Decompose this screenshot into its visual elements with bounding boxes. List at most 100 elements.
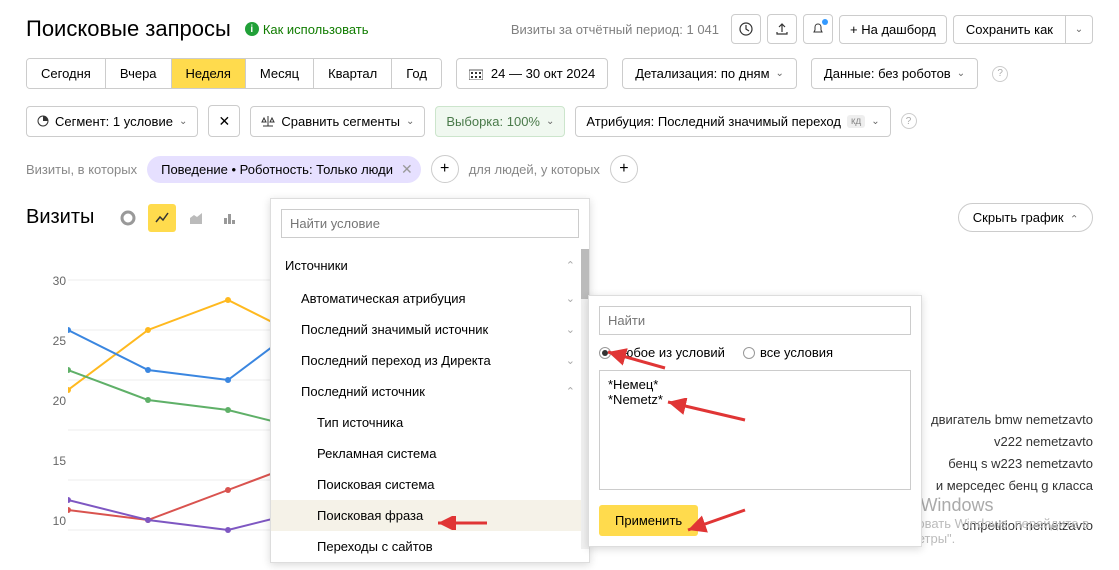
- visits-heading: Визиты: [26, 206, 94, 229]
- tab-week[interactable]: Неделя: [172, 59, 246, 88]
- scrollbar-thumb[interactable]: [581, 249, 589, 299]
- condition-search-input[interactable]: [281, 209, 579, 238]
- hide-chart-button[interactable]: Скрыть график ⌄: [958, 203, 1093, 232]
- dropdown-item-label: Последний переход из Директа: [301, 353, 491, 368]
- close-icon[interactable]: ✕: [401, 161, 413, 178]
- chart-type-line[interactable]: [148, 204, 176, 232]
- attribution-label: Атрибуция: Последний значимый переход: [586, 114, 841, 129]
- y-tick: 30: [36, 274, 66, 288]
- radio-any-label: любое из условий: [616, 345, 725, 360]
- add-filter-button-2[interactable]: +: [610, 155, 638, 183]
- dropdown-subitem-ad-system[interactable]: Рекламная система: [271, 438, 589, 469]
- add-dashboard-button[interactable]: + На дашборд: [839, 15, 947, 44]
- help-link-text: Как использовать: [263, 22, 369, 37]
- donut-icon: [120, 210, 136, 226]
- close-icon: ✕: [218, 113, 230, 130]
- period-row: Сегодня Вчера Неделя Месяц Квартал Год 2…: [0, 54, 1119, 99]
- dropdown-item-last-direct[interactable]: Последний переход из Директа ⌄: [271, 345, 589, 376]
- dropdown-item-label: Последний значимый источник: [301, 322, 488, 337]
- data-dropdown[interactable]: Данные: без роботов ⌄: [811, 58, 978, 89]
- radio-any[interactable]: любое из условий: [599, 345, 725, 360]
- calendar-icon: [469, 68, 483, 80]
- pie-icon: [37, 115, 49, 127]
- visits-period-text: Визиты за отчётный период: 1 041: [511, 22, 719, 37]
- notification-button[interactable]: [803, 14, 833, 44]
- add-filter-button[interactable]: +: [431, 155, 459, 183]
- save-as-button[interactable]: Сохранить как: [953, 15, 1065, 44]
- header-row: Поисковые запросы i Как использовать Виз…: [0, 0, 1119, 54]
- dropdown-subitem-source-type[interactable]: Тип источника: [271, 407, 589, 438]
- help-link[interactable]: i Как использовать: [245, 22, 369, 37]
- tab-year[interactable]: Год: [392, 59, 441, 88]
- dropdown-item-auto-attribution[interactable]: Автоматическая атрибуция ⌄: [271, 283, 589, 314]
- dropdown-subitem-site-referrals[interactable]: Переходы с сайтов: [271, 531, 589, 562]
- y-tick: 10: [36, 514, 66, 528]
- filter-label-people: для людей, у которых: [469, 162, 600, 177]
- dropdown-item-label: Автоматическая атрибуция: [301, 291, 466, 306]
- page-title: Поисковые запросы: [26, 16, 231, 42]
- sample-label: Выборка: 100%: [446, 114, 540, 129]
- tab-today[interactable]: Сегодня: [27, 59, 106, 88]
- info-icon: i: [245, 22, 259, 36]
- dropdown-group-sources[interactable]: Источники ⌃: [271, 248, 589, 283]
- plus-icon: +: [440, 160, 449, 178]
- filter-search-input[interactable]: [599, 306, 911, 335]
- tab-yesterday[interactable]: Вчера: [106, 59, 172, 88]
- radio-all[interactable]: все условия: [743, 345, 833, 360]
- dropdown-item-last-significant[interactable]: Последний значимый источник ⌄: [271, 314, 589, 345]
- dropdown-item-last-source[interactable]: Последний источник ⌃: [271, 376, 589, 407]
- chevron-down-icon: ⌄: [957, 68, 965, 79]
- bg-query-text: бенц s w223 nemetzavto: [948, 456, 1093, 471]
- filter-pill-behavior[interactable]: Поведение • Роботность: Только люди ✕: [147, 156, 421, 183]
- bar-chart-icon: [222, 210, 238, 226]
- help-icon[interactable]: ?: [992, 66, 1008, 82]
- detail-dropdown[interactable]: Детализация: по дням ⌄: [622, 58, 797, 89]
- clock-icon: [739, 22, 753, 36]
- radio-icon: [599, 347, 611, 359]
- save-as-chevron[interactable]: ⌄: [1065, 15, 1093, 44]
- bg-query-text: и мерседес бенц g класса: [936, 478, 1093, 493]
- filter-label-visits: Визиты, в которых: [26, 162, 137, 177]
- hide-chart-label: Скрыть график: [973, 210, 1064, 225]
- dropdown-subitem-search-phrase[interactable]: Поисковая фраза: [271, 500, 589, 531]
- chevron-up-icon: ⌄: [1070, 212, 1078, 223]
- tab-quarter[interactable]: Квартал: [314, 59, 392, 88]
- condition-dropdown: Источники ⌃ Автоматическая атрибуция ⌄ П…: [270, 198, 590, 563]
- chart-type-donut[interactable]: [114, 204, 142, 232]
- y-tick: 25: [36, 334, 66, 348]
- tab-month[interactable]: Месяц: [246, 59, 314, 88]
- radio-group: любое из условий все условия: [599, 345, 911, 360]
- chevron-down-icon: ⌄: [406, 116, 414, 127]
- date-range-text: 24 — 30 окт 2024: [491, 66, 595, 81]
- share-button[interactable]: [767, 14, 797, 44]
- filter-row: Визиты, в которых Поведение • Роботность…: [0, 151, 1119, 197]
- refresh-button[interactable]: [731, 14, 761, 44]
- chevron-down-icon: ⌄: [179, 116, 187, 127]
- filter-textarea[interactable]: [599, 370, 911, 490]
- compare-label: Сравнить сегменты: [281, 114, 400, 129]
- filter-popup: любое из условий все условия Применить: [588, 295, 922, 547]
- line-chart-icon: [154, 210, 170, 226]
- area-chart-icon: [188, 210, 204, 226]
- chevron-down-icon: ⌄: [776, 68, 784, 79]
- help-icon[interactable]: ?: [901, 113, 917, 129]
- detail-label: Детализация: по дням: [635, 66, 769, 81]
- segment-button[interactable]: Сегмент: 1 условие ⌄: [26, 106, 198, 137]
- chevron-down-icon: ⌄: [546, 116, 554, 127]
- chevron-up-icon: ⌃: [566, 259, 575, 272]
- y-tick: 15: [36, 454, 66, 468]
- attribution-button[interactable]: Атрибуция: Последний значимый переход кд…: [575, 106, 890, 137]
- compare-button[interactable]: Сравнить сегменты ⌄: [250, 106, 425, 137]
- dropdown-item-label: Последний источник: [301, 384, 425, 399]
- apply-button[interactable]: Применить: [599, 505, 698, 536]
- dropdown-subitem-search-system[interactable]: Поисковая система: [271, 469, 589, 500]
- dropdown-group-label: Источники: [285, 258, 348, 273]
- data-label: Данные: без роботов: [824, 66, 951, 81]
- chart-type-bar[interactable]: [216, 204, 244, 232]
- close-segment-button[interactable]: ✕: [208, 105, 240, 137]
- bg-query-text: v222 nemetzavto: [994, 434, 1093, 449]
- chevron-up-icon: ⌃: [566, 385, 575, 398]
- chart-type-area[interactable]: [182, 204, 210, 232]
- sample-button[interactable]: Выборка: 100% ⌄: [435, 106, 565, 137]
- date-range-picker[interactable]: 24 — 30 окт 2024: [456, 58, 608, 89]
